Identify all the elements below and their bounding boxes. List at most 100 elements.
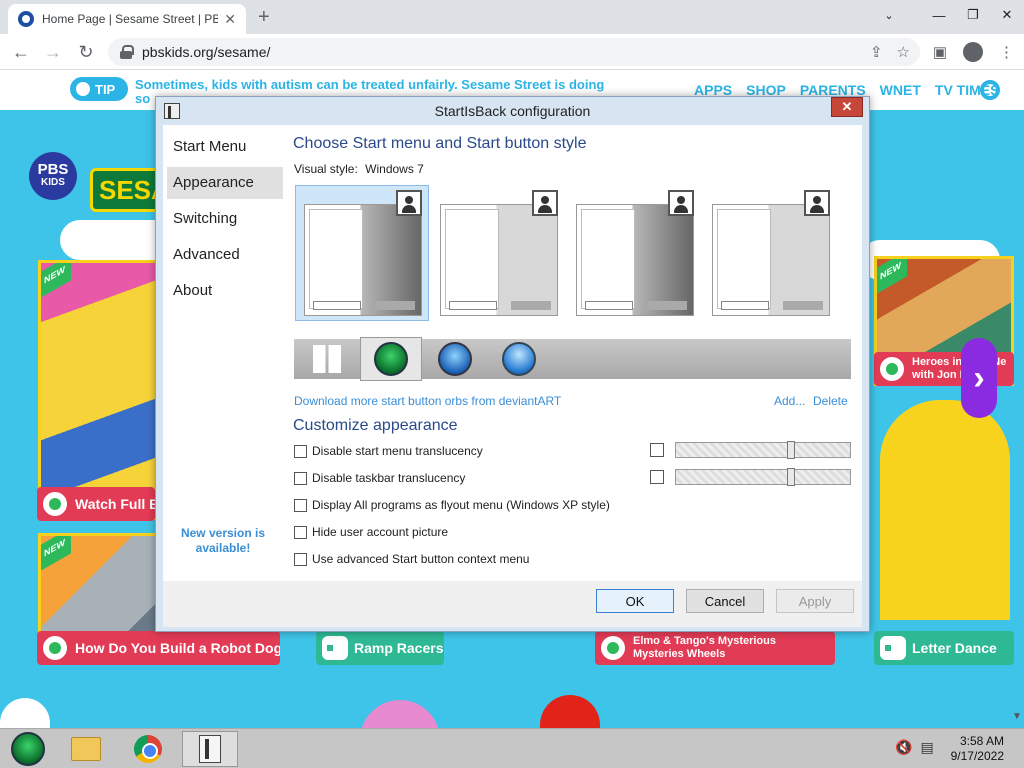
taskbar-clock[interactable]: 3:58 AM 9/17/2022: [950, 734, 1004, 764]
lock-icon[interactable]: [120, 45, 134, 59]
ramp-racers-label[interactable]: Ramp Racers: [316, 631, 444, 665]
user-picture-icon: [532, 190, 558, 216]
carousel-next-arrow-icon[interactable]: ›: [961, 338, 997, 418]
browser-tab[interactable]: Home Page | Sesame Street | PBS ✕: [8, 4, 246, 34]
apply-button[interactable]: Apply: [776, 589, 854, 613]
elmo-tango-label[interactable]: Elmo & Tango's Mysterious Mysteries Whee…: [595, 631, 835, 665]
taskbar-opacity-slider[interactable]: [675, 468, 851, 486]
sidebar-item-switching[interactable]: Switching: [167, 203, 283, 235]
option-advanced-context-menu[interactable]: Use advanced Start button context menu: [294, 551, 529, 567]
url-text[interactable]: pbskids.org/sesame/: [142, 44, 270, 60]
new-version-link[interactable]: New version is available!: [173, 526, 273, 556]
back-button[interactable]: ←: [10, 41, 32, 63]
pbs-kids-logo[interactable]: PBS KIDS: [29, 152, 77, 200]
clock-date: 9/17/2022: [950, 749, 1004, 763]
robot-dog-label[interactable]: How Do You Build a Robot Dog: [37, 631, 280, 665]
slider-thumb[interactable]: [787, 468, 795, 486]
checkbox[interactable]: [294, 444, 307, 458]
address-bar[interactable]: pbskids.org/sesame/ ⇪ ☆: [108, 38, 920, 66]
section-title-customize: Customize appearance: [293, 417, 458, 434]
delete-orb-link[interactable]: Delete: [813, 394, 848, 408]
restore-button[interactable]: ❐: [956, 0, 990, 30]
user-picture-icon: [396, 190, 422, 216]
ok-button[interactable]: OK: [596, 589, 674, 613]
toolbar-right: ▣ ⋮: [933, 42, 1014, 62]
checkbox[interactable]: [294, 525, 307, 539]
game-controller-icon: [322, 636, 348, 660]
option-label: Hide user account picture: [312, 525, 449, 539]
nav-wnet[interactable]: WNET: [880, 82, 921, 98]
section-title-style: Choose Start menu and Start button style: [293, 135, 587, 152]
option-disable-taskbar-translucency[interactable]: Disable taskbar translucency: [294, 470, 465, 486]
close-window-button[interactable]: ✕: [990, 0, 1024, 30]
reload-button[interactable]: ↻: [75, 41, 97, 63]
tip-badge[interactable]: TIP: [70, 77, 128, 101]
cancel-button[interactable]: Cancel: [686, 589, 764, 613]
orb-option-clover[interactable]: [360, 337, 422, 381]
taskbar-startisback[interactable]: [182, 731, 238, 767]
add-orb-link[interactable]: Add...: [774, 394, 805, 408]
watch-full-label[interactable]: Watch Full E: [37, 487, 155, 521]
checkbox[interactable]: [294, 552, 307, 566]
profile-avatar-icon[interactable]: [963, 42, 983, 62]
style-thumbnail-2[interactable]: [431, 185, 565, 321]
sidebar-item-start-menu[interactable]: Start Menu: [167, 131, 283, 163]
dialog-close-button[interactable]: ✕: [831, 97, 863, 117]
option-hide-user-picture[interactable]: Hide user account picture: [294, 524, 448, 540]
checkbox[interactable]: [294, 471, 307, 485]
windows7-orb-icon: [502, 342, 536, 376]
taskbar-chrome[interactable]: [120, 731, 176, 767]
tab-close-icon[interactable]: ✕: [224, 11, 236, 28]
startisback-dialog: StartIsBack configuration ✕ Start Menu A…: [155, 96, 870, 632]
style-thumbnail-3[interactable]: [567, 185, 701, 321]
volume-muted-icon[interactable]: 🔇: [895, 739, 912, 756]
slider-thumb[interactable]: [787, 441, 795, 459]
scroll-down-arrow-icon[interactable]: ▼: [1012, 711, 1022, 722]
characters-image: [41, 263, 155, 517]
programs-pane: [445, 209, 499, 309]
elmo-image: [540, 695, 600, 728]
file-explorer-icon: [71, 737, 101, 761]
video-card-watch-full[interactable]: NEW: [38, 260, 158, 520]
visual-style-row: Visual style: Windows 7: [294, 162, 424, 176]
pbs-logo-text: PBS: [37, 161, 69, 178]
shutdown-preview: [511, 301, 551, 310]
sidebar-item-about[interactable]: About: [167, 275, 283, 307]
start-button[interactable]: [0, 731, 56, 767]
start-menu-opacity-slider[interactable]: [675, 441, 851, 459]
side-panel-icon[interactable]: ▣: [933, 43, 947, 61]
orb-option-win7[interactable]: [488, 339, 550, 379]
taskbar-file-explorer[interactable]: [58, 731, 114, 767]
orb-option-winxp[interactable]: [424, 339, 486, 379]
letter-dance-text: Letter Dance: [912, 640, 997, 656]
bookmark-star-icon[interactable]: ☆: [897, 43, 910, 61]
forward-button[interactable]: →: [42, 41, 64, 63]
orb-option-win8[interactable]: [296, 339, 358, 379]
sidebar-item-appearance[interactable]: Appearance: [167, 167, 283, 199]
download-orbs-link[interactable]: Download more start button orbs from dev…: [294, 394, 561, 408]
settings-gear-icon[interactable]: [980, 80, 1000, 100]
taskbar-color-swatch[interactable]: [650, 470, 664, 484]
checkbox[interactable]: [294, 498, 307, 512]
option-flyout-all-programs[interactable]: Display All programs as flyout menu (Win…: [294, 497, 610, 513]
option-disable-start-translucency[interactable]: Disable start menu translucency: [294, 443, 483, 459]
start-menu-color-swatch[interactable]: [650, 443, 664, 457]
search-box-preview: [721, 301, 769, 310]
new-tab-button[interactable]: +: [258, 6, 270, 29]
share-icon[interactable]: ⇪: [870, 43, 883, 61]
start-orb-strip: [294, 337, 851, 381]
style-thumbnail-4[interactable]: [703, 185, 837, 321]
network-icon[interactable]: ▤: [920, 739, 933, 756]
dialog-titlebar[interactable]: StartIsBack configuration ✕: [156, 97, 869, 125]
letter-dance-label[interactable]: Letter Dance: [874, 631, 1014, 665]
lightbulb-icon: [76, 82, 90, 96]
menu-kebab-icon[interactable]: ⋮: [999, 43, 1014, 61]
windows-flag-orb-icon: [438, 342, 472, 376]
shutdown-preview: [647, 301, 687, 310]
play-icon: [43, 636, 67, 660]
tab-search-chevron-icon[interactable]: ⌄: [872, 0, 906, 30]
minimize-button[interactable]: —: [922, 0, 956, 30]
sidebar-item-advanced[interactable]: Advanced: [167, 239, 283, 271]
style-thumbnail-1[interactable]: [295, 185, 429, 321]
programs-pane: [717, 209, 771, 309]
